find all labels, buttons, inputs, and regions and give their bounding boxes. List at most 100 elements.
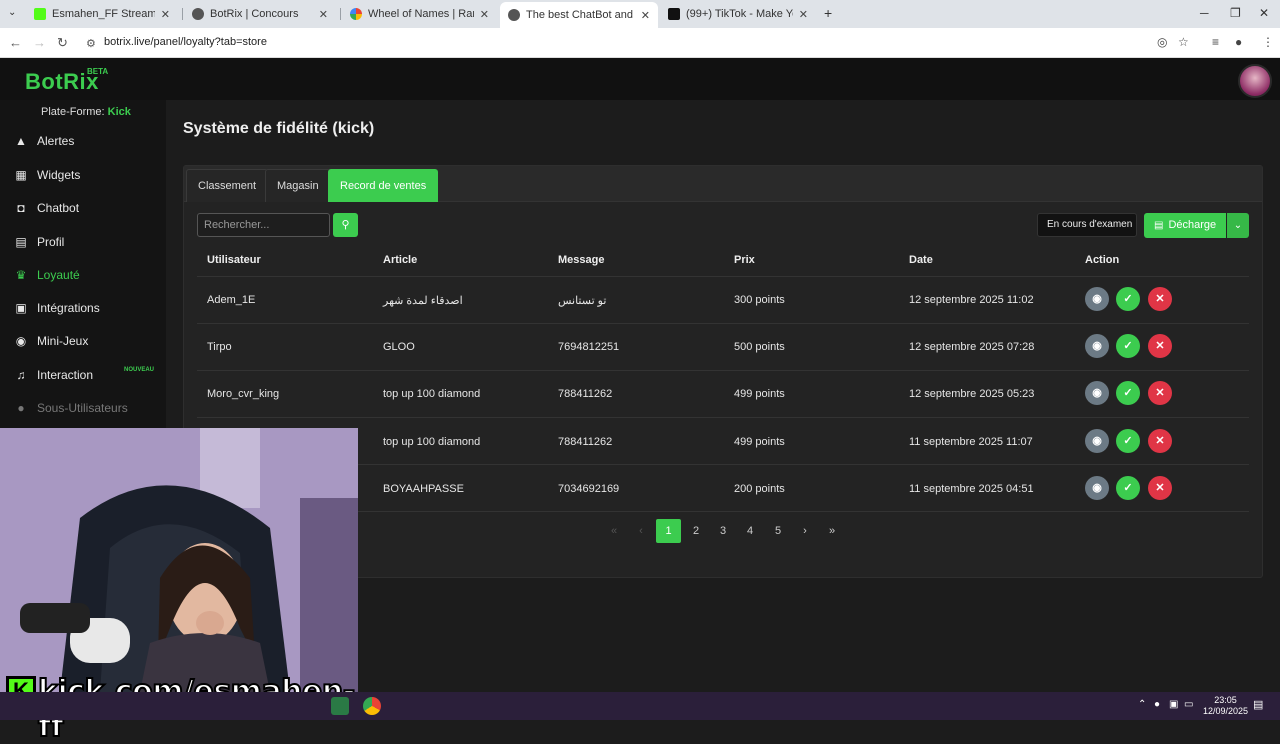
search-input[interactable] [197, 213, 330, 237]
profile-icon[interactable]: ● [1235, 35, 1242, 49]
sidebar-item-sous-utilisateurs[interactable]: ● Sous-Utilisateurs [0, 393, 166, 423]
prev-page-button[interactable]: ‹ [631, 519, 651, 543]
sidebar-item-chatbot[interactable]: ◘ Chatbot [0, 193, 166, 223]
page-button[interactable]: 3 [713, 519, 733, 543]
restore-icon[interactable]: ❐ [1230, 6, 1241, 20]
check-icon: ✓ [1123, 340, 1133, 352]
tray-app-icon[interactable]: ▣ [1169, 699, 1178, 710]
cell-message: 7034692169 [558, 483, 620, 495]
eye-off-icon[interactable]: ◎ [1157, 35, 1167, 49]
tray-chevron-icon[interactable]: ⌃ [1138, 699, 1146, 710]
reject-button[interactable]: ✕ [1148, 381, 1172, 405]
cell-date: 11 septembre 2025 11:07 [909, 436, 1033, 448]
reject-button[interactable]: ✕ [1148, 476, 1172, 500]
page-button-current[interactable]: 1 [656, 519, 681, 543]
sidebar-item-integrations[interactable]: ▣ Intégrations [0, 293, 166, 323]
view-button[interactable]: ◉ [1085, 334, 1109, 358]
browser-tab[interactable]: Esmahen_FF Stream - Watch Li ✕ [26, 4, 178, 24]
close-tab-icon[interactable]: ✕ [480, 8, 489, 21]
reload-icon[interactable]: ↻ [57, 35, 68, 51]
sidebar-item-widgets[interactable]: ▦ Widgets [0, 160, 166, 190]
minimize-icon[interactable]: ─ [1200, 6, 1209, 20]
sidebar-item-mini-jeux[interactable]: ◉ Mini-Jeux [0, 326, 166, 356]
warning-icon: ▲ [15, 134, 27, 148]
sidebar-item-profil[interactable]: ▤ Profil [0, 227, 166, 257]
browser-tab[interactable]: BotRix | Concours ✕ [184, 4, 336, 24]
notification-icon[interactable]: ▤ [1253, 698, 1263, 711]
view-button[interactable]: ◉ [1085, 287, 1109, 311]
forward-icon[interactable]: → [33, 35, 46, 50]
site-info-icon[interactable]: ⚙ [86, 37, 96, 50]
windows-taskbar: ⌃ ● ▣ ▭ 23:05 12/09/2025 ▤ [0, 692, 1280, 720]
sidebar-item-loyaute[interactable]: ♛ Loyauté [0, 260, 166, 290]
microphone-icon[interactable]: ● [1154, 699, 1160, 710]
approve-button[interactable]: ✓ [1116, 287, 1140, 311]
back-icon[interactable]: ← [9, 35, 22, 50]
close-window-icon[interactable]: ✕ [1259, 6, 1269, 20]
menu-icon[interactable]: ⋮ [1262, 35, 1274, 49]
approve-button[interactable]: ✓ [1116, 381, 1140, 405]
music-icon: ♫ [16, 368, 26, 382]
sidebar-item-alertes[interactable]: ▲ Alertes [0, 126, 166, 156]
chrome-taskbar-icon[interactable] [363, 697, 381, 715]
new-tab-icon[interactable]: + [824, 5, 832, 21]
page-button[interactable]: 4 [740, 519, 760, 543]
browser-tab-active[interactable]: The best ChatBot and Widgets ✕ [500, 2, 658, 28]
url-field[interactable]: botrix.live/panel/loyalty?tab=store [104, 36, 267, 48]
platform-indicator: Plate-Forme: Kick [41, 106, 131, 118]
page-button[interactable]: 2 [686, 519, 706, 543]
approve-button[interactable]: ✓ [1116, 334, 1140, 358]
media-icon[interactable]: ≡ [1212, 35, 1219, 49]
browser-tab[interactable]: (99+) TikTok - Make Your Day ✕ [660, 4, 816, 24]
file-excel-icon: ▤ [1154, 220, 1164, 231]
tab-magasin[interactable]: Magasin [265, 169, 331, 202]
view-button[interactable]: ◉ [1085, 476, 1109, 500]
last-page-button[interactable]: » [822, 519, 842, 543]
tab-classement[interactable]: Classement [186, 169, 269, 202]
cell-message: تو تستانس [558, 295, 607, 307]
taskbar-clock[interactable]: 23:05 12/09/2025 [1203, 695, 1248, 717]
tab-record-de-ventes[interactable]: Record de ventes [328, 169, 439, 202]
reject-button[interactable]: ✕ [1148, 429, 1172, 453]
reject-button[interactable]: ✕ [1148, 287, 1172, 311]
view-button[interactable]: ◉ [1085, 429, 1109, 453]
close-tab-icon[interactable]: ✕ [641, 9, 650, 22]
webcam-overlay [0, 428, 358, 692]
tiktok-favicon-icon [668, 8, 680, 20]
search-button[interactable]: ⚲ [333, 213, 358, 237]
sidebar-item-interaction[interactable]: ♫ Interaction NOUVEAU [0, 360, 166, 390]
close-tab-icon[interactable]: ✕ [799, 8, 808, 21]
check-icon: ✓ [1123, 293, 1133, 305]
tab-separator [182, 8, 183, 20]
cell-message: 788411262 [558, 388, 613, 400]
check-icon: ✓ [1123, 387, 1133, 399]
next-page-button[interactable]: › [795, 519, 815, 543]
sidebar-item-label: Sous-Utilisateurs [37, 401, 128, 415]
taskbar-app-icon[interactable] [331, 697, 349, 715]
platform-value: Kick [107, 106, 131, 118]
browser-tab[interactable]: Wheel of Names | Random nam ✕ [342, 4, 497, 24]
sidebar-item-label: Intégrations [37, 301, 100, 315]
bookmark-star-icon[interactable]: ☆ [1178, 35, 1189, 49]
close-tab-icon[interactable]: ✕ [161, 8, 170, 21]
tab-search-icon[interactable]: ⌄ [8, 7, 16, 18]
tab-separator [340, 8, 341, 20]
first-page-button[interactable]: « [604, 519, 624, 543]
download-label: Décharge [1168, 219, 1217, 231]
cell-date: 12 septembre 2025 05:23 [909, 388, 1035, 400]
network-icon[interactable]: ▭ [1184, 699, 1193, 710]
download-dropdown-toggle[interactable]: ⌄ [1227, 213, 1249, 238]
download-button[interactable]: ▤ Décharge [1144, 213, 1226, 238]
approve-button[interactable]: ✓ [1116, 476, 1140, 500]
page-button[interactable]: 5 [768, 519, 788, 543]
new-badge: NOUVEAU [124, 367, 155, 373]
user-avatar[interactable] [1238, 64, 1272, 98]
sidebar-item-label: Widgets [37, 168, 81, 182]
approve-button[interactable]: ✓ [1116, 429, 1140, 453]
close-tab-icon[interactable]: ✕ [319, 8, 328, 21]
view-button[interactable]: ◉ [1085, 381, 1109, 405]
cell-message: 7694812251 [558, 341, 620, 353]
cell-article: top up 100 diamond [383, 436, 481, 448]
status-filter-select[interactable]: En cours d'examen [1037, 213, 1137, 237]
reject-button[interactable]: ✕ [1148, 334, 1172, 358]
